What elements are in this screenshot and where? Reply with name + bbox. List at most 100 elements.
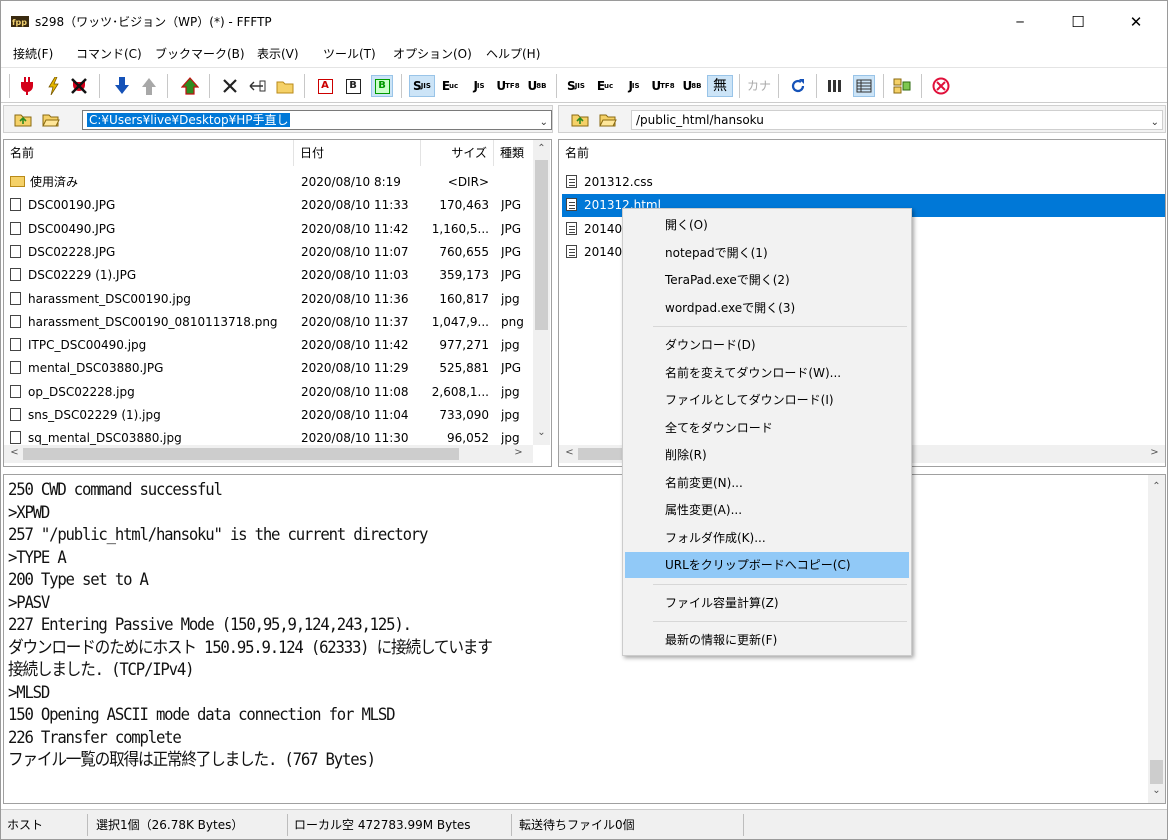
ffftp-window: fpp s298（ワッツ･ビジョン（WP）(*) - FFFTP ─ ☐ ✕ 接… [0,0,1168,840]
auto-mode-icon[interactable]: B [371,75,393,97]
chevron-down-icon[interactable]: ⌄ [1151,114,1159,129]
local-utf8-icon[interactable]: U TF8 [495,75,521,97]
remote-parent-folder-icon[interactable] [569,108,591,130]
remote-sjis-icon[interactable]: S JIS [563,75,589,97]
remote-hscroll-thumb[interactable] [578,448,628,460]
local-utf8bom-icon[interactable]: U 8B [524,75,550,97]
local-file-row[interactable]: mental_DSC03880.JPG 2020/08/10 11:29 525,8… [4,357,551,380]
local-parent-folder-icon[interactable] [12,108,34,130]
chevron-down-icon[interactable]: ⌄ [540,114,548,129]
context-menu-item[interactable]: notepadで開く(1) [625,240,909,266]
remote-path-combo[interactable]: /public_html/hansoku ⌄ [631,110,1163,130]
local-horizontal-scrollbar[interactable]: < > [4,445,533,463]
ascii-mode-icon[interactable]: A [314,75,336,97]
scroll-right-icon[interactable]: > [510,447,527,458]
context-menu-item[interactable]: 最新の情報に更新(F) [625,627,909,653]
mkdir-icon[interactable] [274,75,296,97]
local-col-type[interactable]: 種類 [494,140,534,166]
sync-folder-icon[interactable] [891,75,913,97]
scroll-left-icon[interactable]: < [6,447,23,458]
remote-utf8bom-icon[interactable]: U 8B [679,75,705,97]
local-path-combo[interactable]: C:¥Users¥live¥Desktop¥HP手直し ⌄ [82,110,552,130]
log-vertical-scrollbar[interactable]: ⌃ ⌄ [1148,475,1165,803]
menu-help[interactable]: ヘルプ(H) [486,46,540,62]
local-file-row[interactable]: DSC02229 (1).JPG 2020/08/10 11:03 359,173 J… [4,264,551,287]
remote-col-name[interactable]: 名前 [559,140,1165,166]
remote-utf8-icon[interactable]: U TF8 [650,75,676,97]
context-menu-item[interactable]: 削除(R) [625,442,909,468]
context-menu-item[interactable]: 名前を変えてダウンロード(W)... [625,360,909,386]
menu-command[interactable]: コマンド(C) [76,46,142,62]
quick-connect-icon[interactable] [42,75,64,97]
local-file-row[interactable]: op_DSC02228.jpg 2020/08/10 11:08 2,608,1..… [4,381,551,404]
menu-tools[interactable]: ツール(T) [323,46,376,62]
no-conversion-icon[interactable]: 無 [707,75,733,97]
local-col-date[interactable]: 日付 [294,140,421,166]
connect-icon[interactable] [16,75,38,97]
menu-bookmark[interactable]: ブックマーク(B) [155,46,245,62]
local-file-row[interactable]: harassment_DSC00190_0810113718.png 2020/0… [4,311,551,334]
local-col-size[interactable]: サイズ [421,140,494,166]
detail-view-icon[interactable] [853,75,875,97]
remote-open-folder-icon[interactable] [597,108,619,130]
close-button[interactable]: ✕ [1107,1,1165,43]
scroll-down-icon[interactable]: ⌄ [533,427,550,438]
context-menu-item[interactable]: ファイルとしてダウンロード(I) [625,387,909,413]
local-col-name[interactable]: 名前 [4,140,294,166]
refresh-icon[interactable] [787,75,809,97]
context-menu-item[interactable]: wordpad.exeで開く(3) [625,295,909,321]
scroll-up-icon[interactable]: ⌃ [533,143,550,154]
rename-icon[interactable] [246,75,268,97]
local-file-row[interactable]: harassment_DSC00190.jpg 2020/08/10 11:36 1… [4,288,551,311]
maximize-button[interactable]: ☐ [1049,1,1107,43]
log-vscroll-thumb[interactable] [1150,760,1163,784]
local-file-row[interactable]: 使用済み 2020/08/10 8:19 <DIR> [4,171,551,194]
local-open-folder-icon[interactable] [40,108,62,130]
local-file-row[interactable]: DSC00490.JPG 2020/08/10 11:42 1,160,5... JP… [4,218,551,241]
remote-jis-icon[interactable]: J IS [621,75,647,97]
scroll-left-icon[interactable]: < [561,447,578,458]
context-menu-item[interactable]: 属性変更(A)... [625,497,909,523]
context-menu-item[interactable]: ファイル容量計算(Z) [625,590,909,616]
file-date: 2020/08/10 11:03 [301,268,409,283]
local-sjis-icon[interactable]: S JIS [409,75,435,97]
context-menu-item[interactable]: ダウンロード(D) [625,332,909,358]
toolbar-separator [556,74,557,98]
local-file-row[interactable]: DSC02228.JPG 2020/08/10 11:07 760,655 JPG [4,241,551,264]
local-file-list[interactable]: 名前 日付 サイズ 種類 使用済み 2020/08/10 8:19 <DIR> DSC… [3,139,552,467]
list-view-icon[interactable] [824,75,846,97]
scroll-down-icon[interactable]: ⌄ [1148,785,1165,796]
log-panel[interactable]: 250 CWD command successful >XPWD 257 "/pub… [3,474,1166,804]
local-file-row[interactable]: ITPC_DSC00490.jpg 2020/08/10 11:42 977,271… [4,334,551,357]
context-menu-item[interactable]: 開く(O) [625,212,909,238]
local-file-row[interactable]: DSC00190.JPG 2020/08/10 11:33 170,463 JPG [4,194,551,217]
menu-options[interactable]: オプション(O) [393,46,472,62]
toolbar-separator [209,74,210,98]
remote-euc-icon[interactable]: Euc [592,75,618,97]
menu-view[interactable]: 表示(V) [257,46,299,62]
local-euc-icon[interactable]: Euc [437,75,463,97]
local-jis-icon[interactable]: J IS [466,75,492,97]
disconnect-icon[interactable] [68,75,90,97]
scroll-up-icon[interactable]: ⌃ [1148,481,1165,492]
context-menu-item[interactable]: フォルダ作成(K)... [625,525,909,551]
binary-mode-icon[interactable]: B [342,75,364,97]
scroll-right-icon[interactable]: > [1146,447,1163,458]
context-menu-item[interactable]: 全てをダウンロード [625,415,909,441]
context-menu-item[interactable]: URLをクリップボードへコピー(C) [625,552,909,578]
context-menu-item[interactable]: 名前変更(N)... [625,470,909,496]
menu-connect[interactable]: 接続(F) [13,46,53,62]
local-vscroll-thumb[interactable] [535,160,548,330]
local-vertical-scrollbar[interactable]: ⌃ ⌄ [533,140,550,445]
kana-conversion-icon[interactable]: カナ [746,75,772,97]
stop-icon[interactable] [930,75,952,97]
mirror-upload-icon[interactable] [179,75,201,97]
context-menu-item[interactable]: TeraPad.exeで開く(2) [625,267,909,293]
local-file-row[interactable]: sns_DSC02229 (1).jpg 2020/08/10 11:04 733,… [4,404,551,427]
remote-file-row[interactable]: 201312.css [562,171,1165,194]
upload-icon[interactable] [138,75,160,97]
minimize-button[interactable]: ─ [991,1,1049,43]
delete-icon[interactable] [219,75,241,97]
download-icon[interactable] [111,75,133,97]
local-hscroll-thumb[interactable] [23,448,459,460]
